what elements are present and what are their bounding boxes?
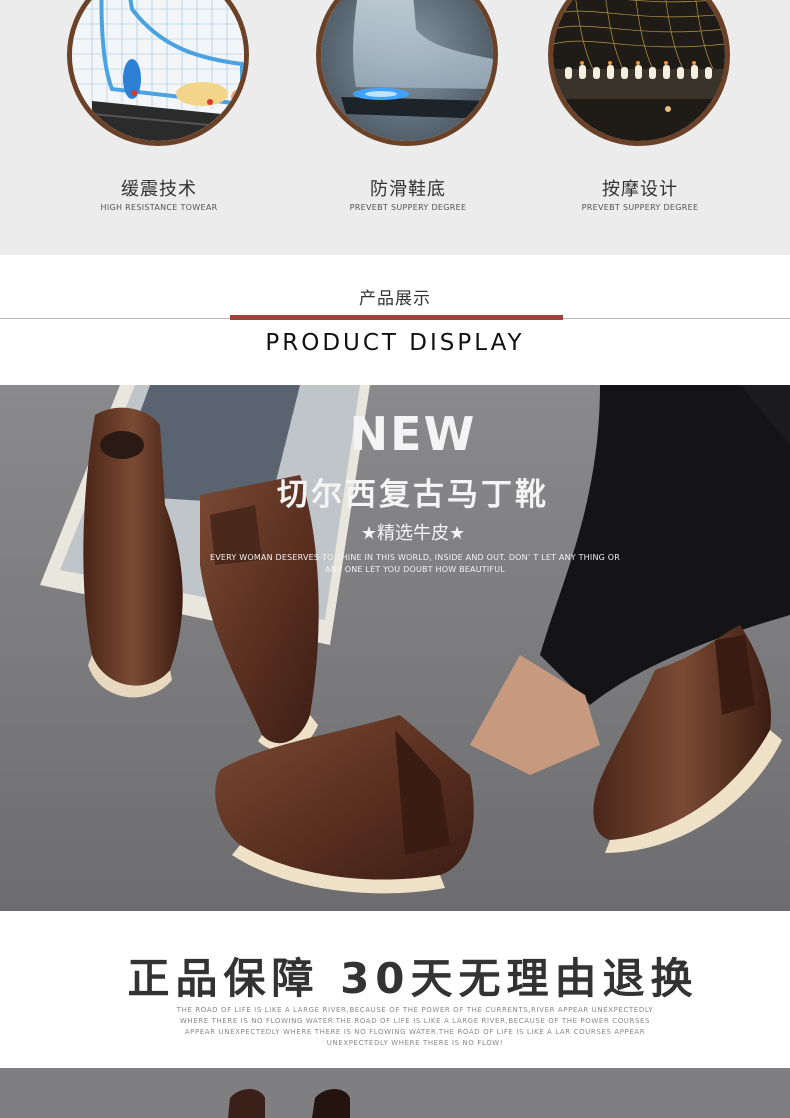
- hero-copy: EVERY WOMAN DESERVES TO SHINE IN THIS WO…: [209, 553, 621, 574]
- hero-banner: NEW 切尔西复古马丁靴 ★精选牛皮★ EVERY WOMAN DESERVES…: [0, 385, 790, 911]
- section-accent-bar: [230, 315, 563, 320]
- feature-subtitle: HIGH RESISTANCE TOWEAR: [100, 203, 218, 212]
- massage-insole-image: [548, 0, 730, 146]
- anti-slip-sole-image: [316, 0, 498, 146]
- feature-anti-slip: 防滑鞋底 PREVEBT SUPPERY DEGREE: [290, 0, 526, 255]
- hero-subtitle: ★精选牛皮★: [360, 523, 466, 544]
- hero-title: 切尔西复古马丁靴: [277, 477, 549, 513]
- section-title-cn: 产品展示: [359, 289, 431, 309]
- product-display-header: 产品展示 PRODUCT DISPLAY: [0, 255, 790, 385]
- feature-massage: 按摩设计 PREVEBT SUPPERY DEGREE: [522, 0, 758, 255]
- hero-badge-new: NEW: [349, 407, 477, 461]
- guarantee-section: 正品保障 30天无理由退换 THE ROAD OF LIFE IS LIKE A…: [0, 911, 790, 1068]
- next-product-image: [0, 1068, 790, 1118]
- feature-title: 缓震技术: [121, 179, 197, 200]
- feature-subtitle: PREVEBT SUPPERY DEGREE: [349, 203, 467, 212]
- guarantee-title: 正品保障 30天无理由退换: [127, 954, 699, 1003]
- feature-cushioning: 缓震技术 HIGH RESISTANCE TOWEAR: [41, 0, 277, 255]
- feature-title: 防滑鞋底: [370, 179, 446, 200]
- brown-chelsea-boots-photo: [0, 385, 790, 911]
- cushioning-insole-image: [67, 0, 249, 146]
- section-title-en: PRODUCT DISPLAY: [265, 330, 525, 356]
- features-section: 缓震技术 HIGH RESISTANCE TOWEAR 防滑鞋底 PREVEBT…: [0, 0, 790, 255]
- feature-title: 按摩设计: [602, 179, 678, 200]
- feature-subtitle: PREVEBT SUPPERY DEGREE: [581, 203, 699, 212]
- guarantee-copy: THE ROAD OF LIFE IS LIKE A LARGE RIVER,B…: [176, 1006, 654, 1047]
